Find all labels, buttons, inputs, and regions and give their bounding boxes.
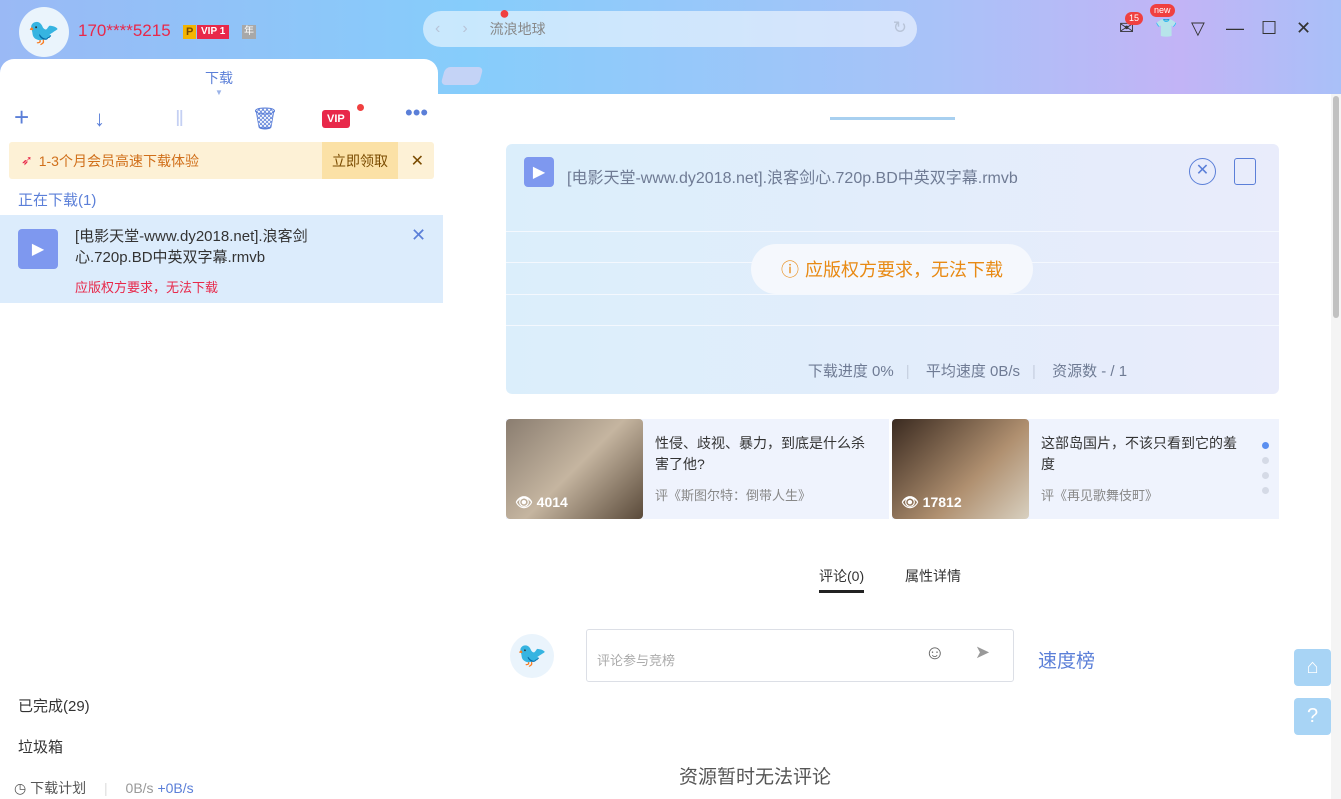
rec-sub: 评《再见歌舞伎町》 (1041, 485, 1247, 506)
rec-thumbnail: 👁 17812 (892, 419, 1029, 519)
clock-icon: ◷ (14, 780, 26, 796)
detail-title: [电影天堂-www.dy2018.net].浪客剑心.720p.BD中英双字幕.… (567, 164, 1018, 188)
rec-thumbnail: 👁 4014 (506, 419, 643, 519)
task-detail-card: ▶ [电影天堂-www.dy2018.net].浪客剑心.720p.BD中英双字… (506, 144, 1279, 394)
promo-banner: ➶ 1-3个月会员高速下载体验 立即领取 ✕ (9, 142, 434, 179)
claim-button[interactable]: 立即领取 (322, 142, 398, 179)
rec-sub: 评《斯图尔特：倒带人生》 (655, 485, 877, 506)
device-icon[interactable] (1234, 158, 1256, 185)
video-file-icon: ▶ (524, 157, 554, 187)
task-status: 应版权方要求，无法下载 (75, 277, 218, 296)
rec-card[interactable]: 👁 17812 这部岛国片，不该只看到它的羞度评《再见歌舞伎町》 (892, 419, 1279, 519)
avatar[interactable]: 🐦 (19, 7, 69, 57)
comment-input[interactable]: 评论参与竞榜 ☺ ➤ (586, 629, 1014, 682)
mail-count: 15 (1125, 12, 1143, 25)
tab-label: 下载 (205, 70, 233, 86)
empty-comments: 资源暂时无法评论 (679, 762, 831, 789)
copyright-warning: ⓘ应版权方要求，无法下载 (751, 244, 1033, 294)
rec-title: 这部岛国片，不该只看到它的羞度 (1041, 433, 1247, 475)
search-bar[interactable]: ‹ › ● 流浪地球 ↻ (423, 11, 917, 47)
task-name: [电影天堂-www.dy2018.net].浪客剑心.720p.BD中英双字幕.… (75, 226, 355, 268)
help-icon[interactable]: ? (1294, 698, 1331, 735)
rocket-icon: ➶ (21, 152, 33, 169)
download-plan-link[interactable]: 下载计划 (30, 780, 86, 796)
red-dot (357, 104, 364, 111)
completed-section[interactable]: 已完成(29) (18, 695, 90, 716)
toolbar: + ↓ ‖ 🗑 VIP ••• (0, 106, 443, 136)
tab-comments[interactable]: 评论(0) (819, 566, 864, 593)
year-badge: 年 (242, 25, 256, 39)
refresh-icon[interactable]: ↻ (893, 18, 907, 38)
cancel-icon[interactable]: ✕ (1189, 158, 1216, 185)
pause-icon[interactable]: ‖ (175, 106, 184, 132)
upload-speed: +0B/s (157, 780, 193, 796)
home-icon[interactable]: ⌂ (1294, 649, 1331, 686)
comment-placeholder: 评论参与竞榜 (597, 653, 675, 668)
forward-icon[interactable]: › (462, 20, 467, 38)
scrollbar[interactable] (1331, 94, 1341, 799)
views: 👁 4014 (515, 494, 568, 511)
more-icon[interactable]: ••• (405, 100, 428, 126)
caret-down-icon: ▼ (0, 88, 438, 97)
tab-properties[interactable]: 属性详情 (905, 566, 961, 586)
badge-p: P (183, 25, 196, 39)
sources-count: 资源数 - / 1 (1052, 363, 1127, 380)
trash-section[interactable]: 垃圾箱 (18, 736, 63, 757)
location-pin-icon: ● (499, 3, 510, 24)
views: 👁 17812 (901, 494, 962, 511)
warning-text: 应版权方要求，无法下载 (805, 256, 1003, 282)
add-icon[interactable]: + (14, 102, 29, 133)
comment-avatar: 🐦 (510, 634, 554, 678)
stats: 下载进度 0%| 平均速度 0B/s| 资源数 - / 1 (506, 360, 1279, 381)
rec-card[interactable]: 👁 4014 性侵、歧视、暴力，到底是什么杀害了他? 评《斯图尔特：倒带人生》 (506, 419, 889, 519)
task-item[interactable]: ▶ [电影天堂-www.dy2018.net].浪客剑心.720p.BD中英双字… (0, 215, 443, 303)
promo-text: 1-3个月会员高速下载体验 (39, 151, 199, 171)
download-icon[interactable]: ↓ (94, 106, 105, 132)
skin-icon[interactable]: 👕 (1155, 18, 1177, 39)
speed-rank-link[interactable]: 速度榜 (1038, 646, 1095, 673)
menu-icon[interactable]: ▽ (1191, 18, 1205, 39)
vip-badge: VIP 1 (197, 25, 229, 39)
back-icon[interactable]: ‹ (435, 20, 440, 38)
rec-title: 性侵、歧视、暴力，到底是什么杀害了他? (655, 433, 877, 475)
warning-icon: ⓘ (781, 256, 799, 282)
vip-icon[interactable]: VIP (322, 110, 350, 128)
download-speed: 0B/s (126, 780, 154, 796)
delete-task-icon[interactable]: ✕ (411, 225, 426, 246)
trash-icon[interactable]: 🗑 (251, 106, 279, 132)
minimize-icon[interactable]: — (1226, 18, 1244, 39)
close-promo-icon[interactable]: ✕ (411, 151, 424, 171)
emoji-icon[interactable]: ☺ (925, 642, 945, 665)
avg-speed: 平均速度 0B/s (926, 363, 1020, 380)
downloading-section[interactable]: 正在下载(1) (18, 189, 96, 210)
footer: ◷ 下载计划 | 0B/s +0B/s (14, 778, 194, 798)
drag-handle (830, 117, 955, 120)
maximize-icon[interactable]: ☐ (1261, 18, 1277, 39)
close-icon[interactable]: ✕ (1296, 18, 1311, 39)
send-icon[interactable]: ➤ (975, 642, 990, 663)
progress-text: 下载进度 0% (808, 363, 894, 380)
tab-download[interactable]: 下载 ▼ (0, 59, 438, 95)
new-badge: new (1150, 4, 1175, 17)
carousel-dots[interactable] (1262, 442, 1269, 502)
video-file-icon: ▶ (18, 229, 58, 269)
username[interactable]: 170****5215 (78, 21, 171, 41)
tab-other[interactable] (441, 67, 484, 85)
